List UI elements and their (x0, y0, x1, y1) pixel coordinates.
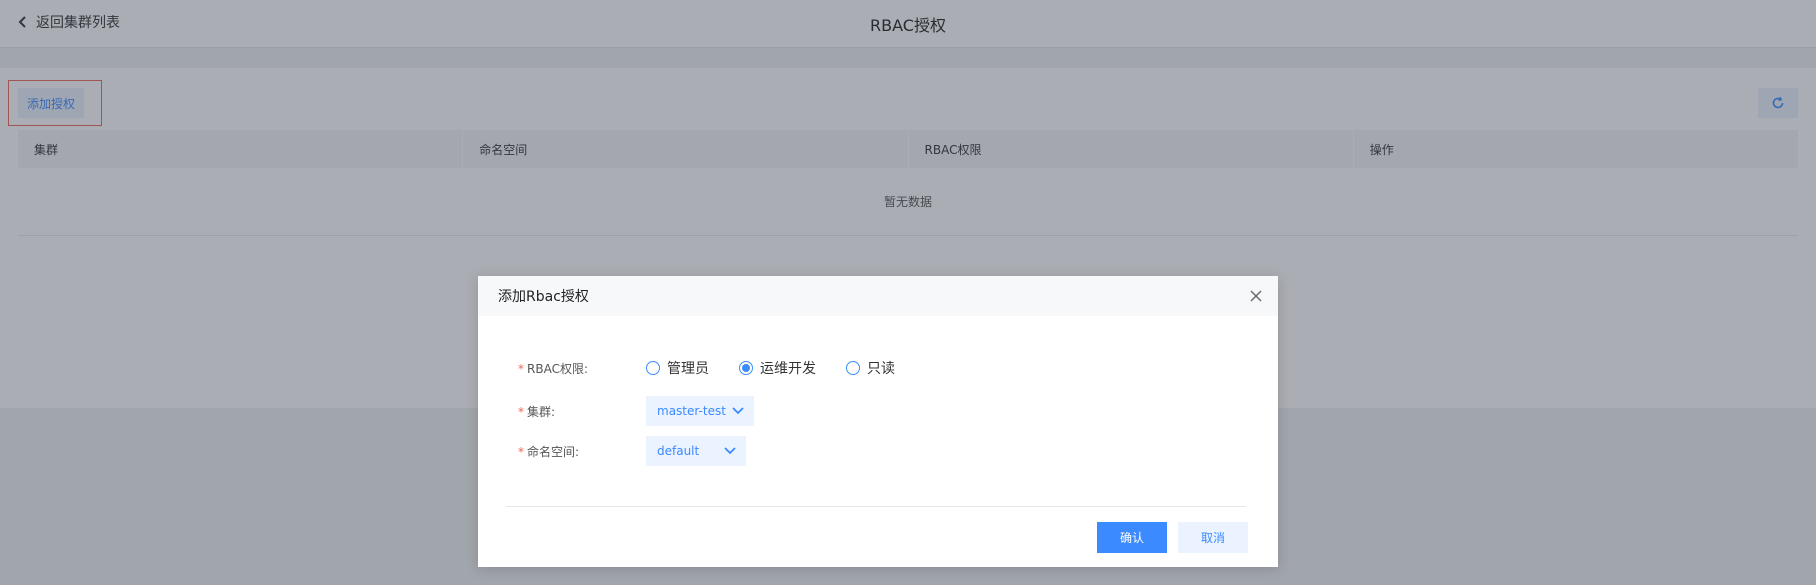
chevron-down-icon (724, 447, 736, 455)
dialog-divider (506, 506, 1246, 507)
add-rbac-dialog: 添加Rbac授权 * RBAC权限: 管理员 运维开发 只读 * 集群: mas… (478, 276, 1278, 567)
cluster-select[interactable]: master-test (646, 396, 754, 426)
radio-readonly[interactable]: 只读 (846, 358, 895, 378)
radio-circle-checked (739, 361, 753, 375)
cluster-label: * 集群: (518, 404, 556, 419)
dialog-header: 添加Rbac授权 (478, 276, 1278, 316)
rbac-label: * RBAC权限: (518, 361, 588, 376)
radio-circle (646, 361, 660, 375)
cancel-button[interactable]: 取消 (1178, 522, 1248, 553)
namespace-row: * 命名空间: default (518, 436, 746, 466)
rbac-row: * RBAC权限: 管理员 运维开发 只读 (518, 358, 925, 378)
confirm-button[interactable]: 确认 (1097, 522, 1167, 553)
radio-circle (846, 361, 860, 375)
namespace-select-value: default (657, 444, 700, 458)
radio-admin[interactable]: 管理员 (646, 358, 709, 378)
chevron-down-icon (732, 407, 744, 415)
cluster-select-value: master-test (657, 404, 726, 418)
rbac-radio-group: 管理员 运维开发 只读 (646, 358, 925, 378)
namespace-select[interactable]: default (646, 436, 746, 466)
radio-devops[interactable]: 运维开发 (739, 358, 816, 378)
namespace-label: * 命名空间: (518, 444, 580, 459)
radio-label: 运维开发 (760, 361, 816, 377)
cluster-row: * 集群: master-test (518, 396, 754, 426)
rbac-page: 返回集群列表 RBAC授权 添加授权 集群 命名空间 RBAC权限 操作 暂无数… (0, 0, 1816, 585)
radio-label: 只读 (867, 361, 895, 377)
dialog-title: 添加Rbac授权 (498, 289, 589, 305)
radio-label: 管理员 (667, 361, 709, 377)
close-icon[interactable] (1248, 288, 1264, 304)
